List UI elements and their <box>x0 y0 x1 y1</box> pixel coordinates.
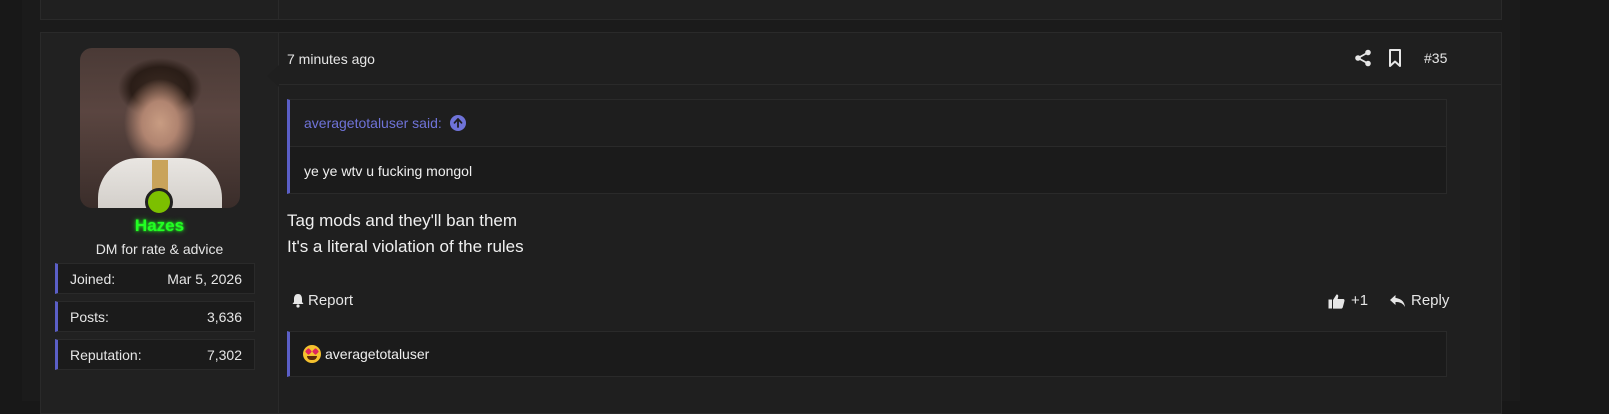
reply-label: Reply <box>1411 292 1450 309</box>
quote-author-link[interactable]: averagetotaluser said: <box>304 115 442 131</box>
reply-button[interactable]: Reply <box>1389 292 1449 309</box>
message-body: Tag mods and they'll ban them It's a lit… <box>287 208 524 260</box>
report-label: Report <box>308 292 354 309</box>
post-date[interactable]: 7 minutes ago <box>287 51 375 67</box>
quote-text: ye ye wtv u fucking mongol <box>304 162 473 179</box>
bell-icon <box>292 294 304 308</box>
thumbs-up-icon <box>1328 293 1345 309</box>
message-line: It's a literal violation of the rules <box>287 237 524 256</box>
reactions-bar[interactable]: averagetotaluser <box>287 331 1447 377</box>
avatar[interactable] <box>80 48 240 208</box>
username[interactable]: Hazes <box>41 216 278 236</box>
post: Hazes DM for rate & advice Joined: Mar 5… <box>40 32 1502 414</box>
stat-joined: Joined: Mar 5, 2026 <box>55 263 255 294</box>
user-cell: Hazes DM for rate & advice Joined: Mar 5… <box>41 33 279 413</box>
post-actions: Report +1 Reply <box>287 290 1449 312</box>
quote-header: averagetotaluser said: <box>290 100 1446 147</box>
previous-post <box>40 0 1502 20</box>
report-button[interactable]: Report <box>291 292 353 309</box>
bookmark-icon[interactable] <box>1387 49 1403 67</box>
message-line: Tag mods and they'll ban them <box>287 211 518 230</box>
stat-label: Posts: <box>70 308 109 325</box>
stat-label: Joined: <box>70 270 116 287</box>
like-button[interactable]: +1 <box>1328 292 1368 309</box>
like-count: +1 <box>1351 292 1369 309</box>
emoji-eye <box>311 347 320 356</box>
reaction-users[interactable]: averagetotaluser <box>325 346 429 362</box>
previous-post-user-cell <box>41 0 279 19</box>
post-number-link[interactable]: #35 <box>1424 50 1447 66</box>
user-title: DM for rate & advice <box>95 241 224 257</box>
stat-value: 7,302 <box>206 346 242 363</box>
reply-icon <box>1390 294 1405 307</box>
stat-posts: Posts: 3,636 <box>55 301 255 332</box>
online-status-indicator <box>145 188 173 216</box>
stat-value: 3,636 <box>206 308 242 325</box>
post-header: 7 minutes ago #35 <box>279 33 1501 85</box>
stat-reputation: Reputation: 7,302 <box>55 339 255 370</box>
emoji-eye <box>304 347 313 356</box>
stat-value: Mar 5, 2026 <box>167 270 242 287</box>
message-arrow <box>267 65 279 87</box>
heart-eyes-emoji-icon <box>303 345 321 363</box>
share-icon[interactable] <box>1354 49 1372 67</box>
quote-block: averagetotaluser said: ye ye wtv u fucki… <box>287 99 1447 194</box>
stat-label: Reputation: <box>70 346 142 363</box>
post-content: 7 minutes ago #35 averagetotaluser said: <box>267 33 1501 413</box>
emoji-mouth <box>307 356 317 360</box>
jump-to-quote-icon[interactable] <box>449 115 466 131</box>
